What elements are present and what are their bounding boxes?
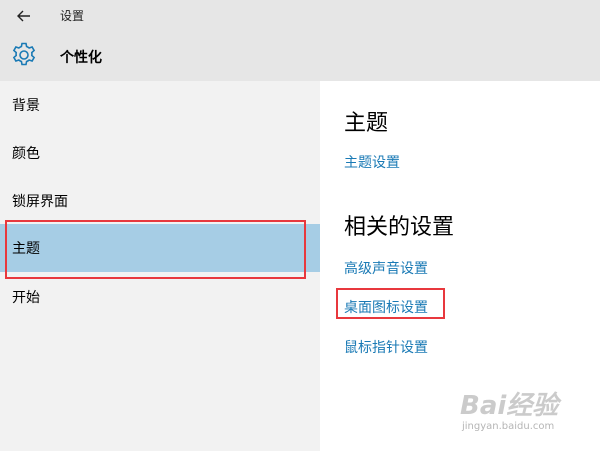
advanced-sound-settings-link[interactable]: 高级声音设置 <box>344 258 428 278</box>
sidebar-item-label: 主题 <box>12 241 40 257</box>
sidebar-item-lock-screen[interactable]: 锁屏界面 <box>0 177 320 225</box>
theme-settings-link[interactable]: 主题设置 <box>344 152 400 172</box>
sidebar-item-label: 颜色 <box>12 146 40 162</box>
back-arrow-icon <box>17 10 30 22</box>
watermark-brand: Bai经验 <box>460 391 559 421</box>
themes-heading: 主题 <box>344 111 389 136</box>
sidebar-item-themes[interactable]: 主题 <box>0 224 320 272</box>
watermark: Bai经验 jingyan.baidu.com <box>460 385 590 440</box>
watermark-url: jingyan.baidu.com <box>462 421 555 432</box>
window-title: 设置 <box>60 9 85 23</box>
back-button[interactable] <box>12 4 36 28</box>
sidebar-item-label: 锁屏界面 <box>12 194 68 210</box>
sidebar-item-label: 背景 <box>12 98 40 114</box>
sidebar-item-background[interactable]: 背景 <box>0 81 320 129</box>
mouse-pointer-settings-link[interactable]: 鼠标指针设置 <box>344 337 428 357</box>
gear-icon <box>12 42 36 66</box>
page-title: 个性化 <box>60 50 102 66</box>
related-settings-heading: 相关的设置 <box>344 215 455 240</box>
page-header: 个性化 <box>0 32 600 81</box>
sidebar: 背景 颜色 锁屏界面 主题 开始 <box>0 81 320 451</box>
sidebar-item-colors[interactable]: 颜色 <box>0 129 320 177</box>
desktop-icon-settings-link[interactable]: 桌面图标设置 <box>344 297 428 317</box>
sidebar-item-start[interactable]: 开始 <box>0 273 320 321</box>
sidebar-item-label: 开始 <box>12 290 40 306</box>
title-bar: 设置 <box>0 0 600 32</box>
